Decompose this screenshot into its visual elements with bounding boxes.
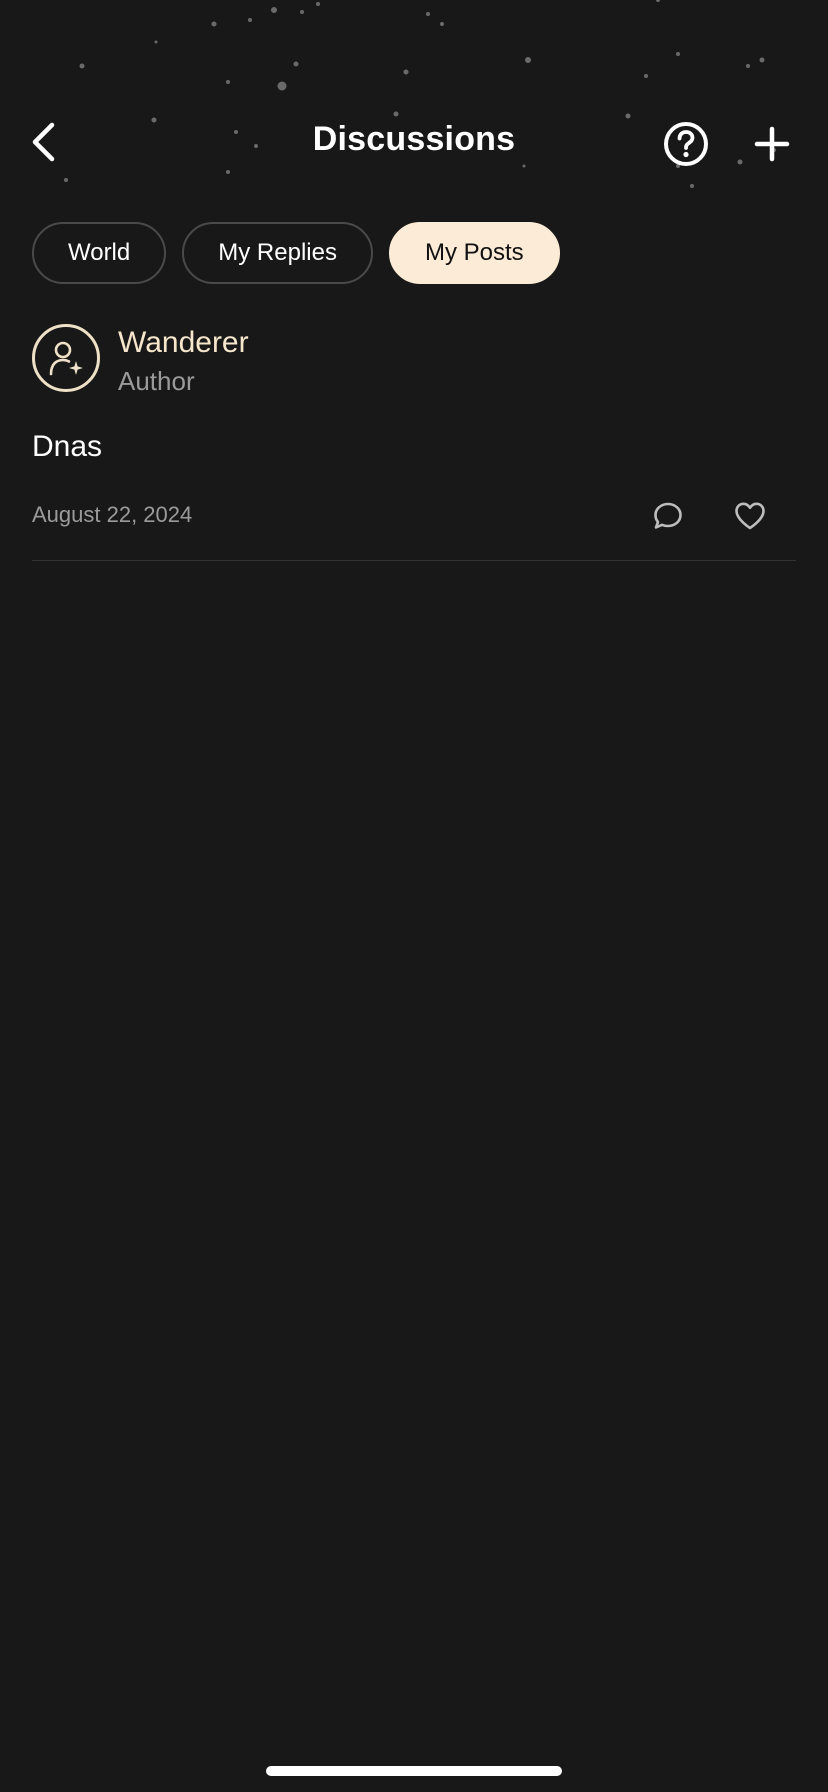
heart-icon <box>735 502 765 530</box>
add-post-button[interactable] <box>742 114 802 174</box>
author-role: Author <box>118 366 195 396</box>
tab-world[interactable]: World <box>32 222 167 284</box>
post-author: Wanderer Author <box>32 324 796 396</box>
like-button[interactable] <box>728 494 772 538</box>
avatar[interactable] <box>32 324 100 392</box>
comment-icon <box>654 502 682 529</box>
author-name[interactable]: Wanderer <box>118 326 249 360</box>
post-date: August 22, 2024 <box>32 502 193 527</box>
header-bar: Discussions <box>0 100 828 180</box>
plus-icon <box>754 126 790 162</box>
post-body: Dnas <box>32 430 103 463</box>
home-indicator[interactable] <box>266 1766 562 1776</box>
tab-my-replies[interactable]: My Replies <box>182 222 373 284</box>
post-divider <box>32 560 796 561</box>
tab-my-posts[interactable]: My Posts <box>388 222 560 284</box>
help-button[interactable] <box>656 114 716 174</box>
discussion-tabs: World My Replies My Posts <box>32 222 560 284</box>
user-sparkle-icon <box>49 341 83 376</box>
question-circle-icon <box>664 122 708 166</box>
post-item[interactable]: Wanderer Author Dnas August 22, 2024 <box>32 324 796 530</box>
comment-button[interactable] <box>646 494 690 538</box>
